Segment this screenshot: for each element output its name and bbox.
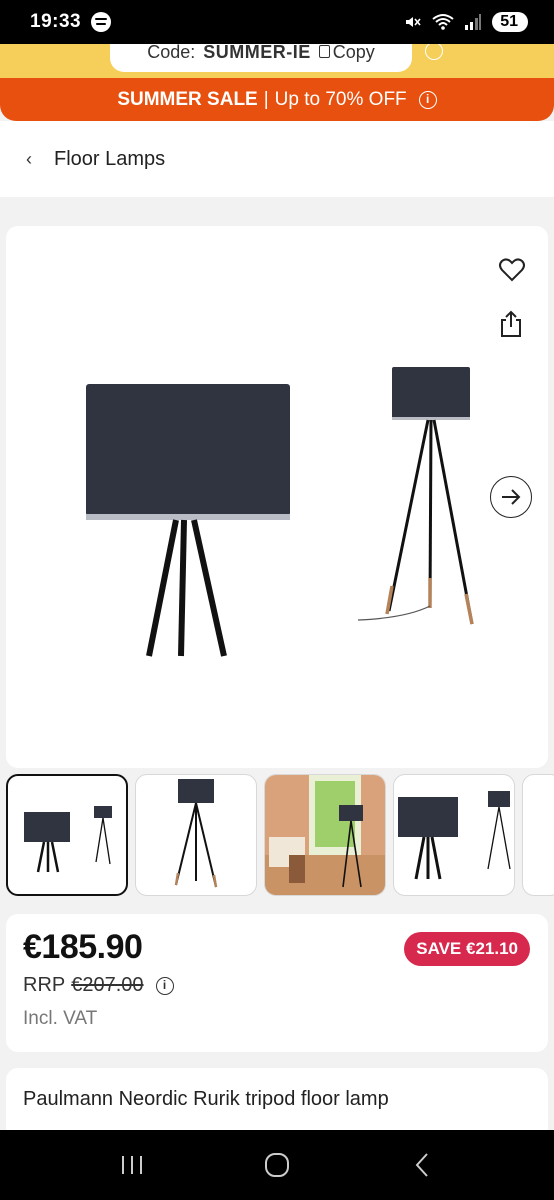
home-icon[interactable] [257, 1145, 297, 1185]
spotify-icon [91, 12, 112, 32]
status-time: 19:33 [30, 11, 82, 32]
copy-label: Copy [332, 44, 375, 62]
rrp-info-icon[interactable] [155, 976, 174, 995]
back-icon[interactable] [402, 1145, 442, 1185]
rrp-price: €207.00 [71, 974, 144, 996]
thumbnail-4[interactable] [393, 774, 515, 896]
battery-indicator: 51 [492, 12, 528, 32]
promo-code-pill[interactable]: Code: SUMMER-IE Copy [110, 44, 412, 72]
signal-icon [465, 14, 482, 30]
copy-icon [318, 45, 330, 58]
recent-apps-icon[interactable] [112, 1145, 152, 1185]
sale-banner-text: Up to 70% OFF [274, 88, 407, 110]
sale-banner-title: SUMMER SALE [117, 88, 258, 110]
rrp-row: RRP €207.00 [23, 974, 174, 997]
copy-button[interactable]: Copy [318, 44, 375, 63]
thumbnail-3[interactable] [264, 774, 386, 896]
product-title: Paulmann Neordic Rurik tripod floor lamp [23, 1088, 389, 1110]
promo-code-value: SUMMER-IE [203, 44, 311, 62]
product-gallery[interactable] [6, 226, 548, 768]
vat-label: Incl. VAT [23, 1008, 98, 1029]
breadcrumb[interactable]: Floor Lamps [54, 148, 165, 171]
wishlist-heart-icon[interactable] [498, 256, 526, 284]
sale-banner-separator: | [263, 88, 269, 110]
sale-banner[interactable]: SUMMER SALE | Up to 70% OFF [0, 78, 554, 121]
wifi-icon [432, 14, 454, 30]
thumbnail-1[interactable] [6, 774, 128, 896]
promo-info-icon[interactable] [425, 44, 443, 60]
price-card: €185.90 RRP €207.00 Incl. VAT SAVE €21.1… [6, 914, 548, 1052]
rrp-label: RRP [23, 974, 66, 996]
mute-icon [406, 17, 421, 27]
save-badge: SAVE €21.10 [404, 932, 530, 966]
back-chevron-icon[interactable]: ‹ [26, 149, 54, 170]
status-bar: 19:33 51 [0, 0, 554, 44]
system-nav-bar [0, 1130, 554, 1200]
thumbnail-strip [6, 774, 554, 896]
thumbnail-5[interactable] [522, 774, 554, 896]
thumbnail-2[interactable] [135, 774, 257, 896]
share-icon[interactable] [498, 310, 524, 338]
current-price: €185.90 [23, 928, 143, 966]
next-image-arrow-icon[interactable] [490, 476, 532, 518]
promo-code-label: Code: [147, 44, 196, 62]
breadcrumb-bar: ‹ Floor Lamps [0, 121, 554, 197]
product-main-image [86, 367, 474, 657]
status-icons: 51 [404, 12, 528, 32]
info-icon[interactable] [418, 90, 437, 109]
promo-code-bar: Code: SUMMER-IE Copy [0, 44, 554, 78]
